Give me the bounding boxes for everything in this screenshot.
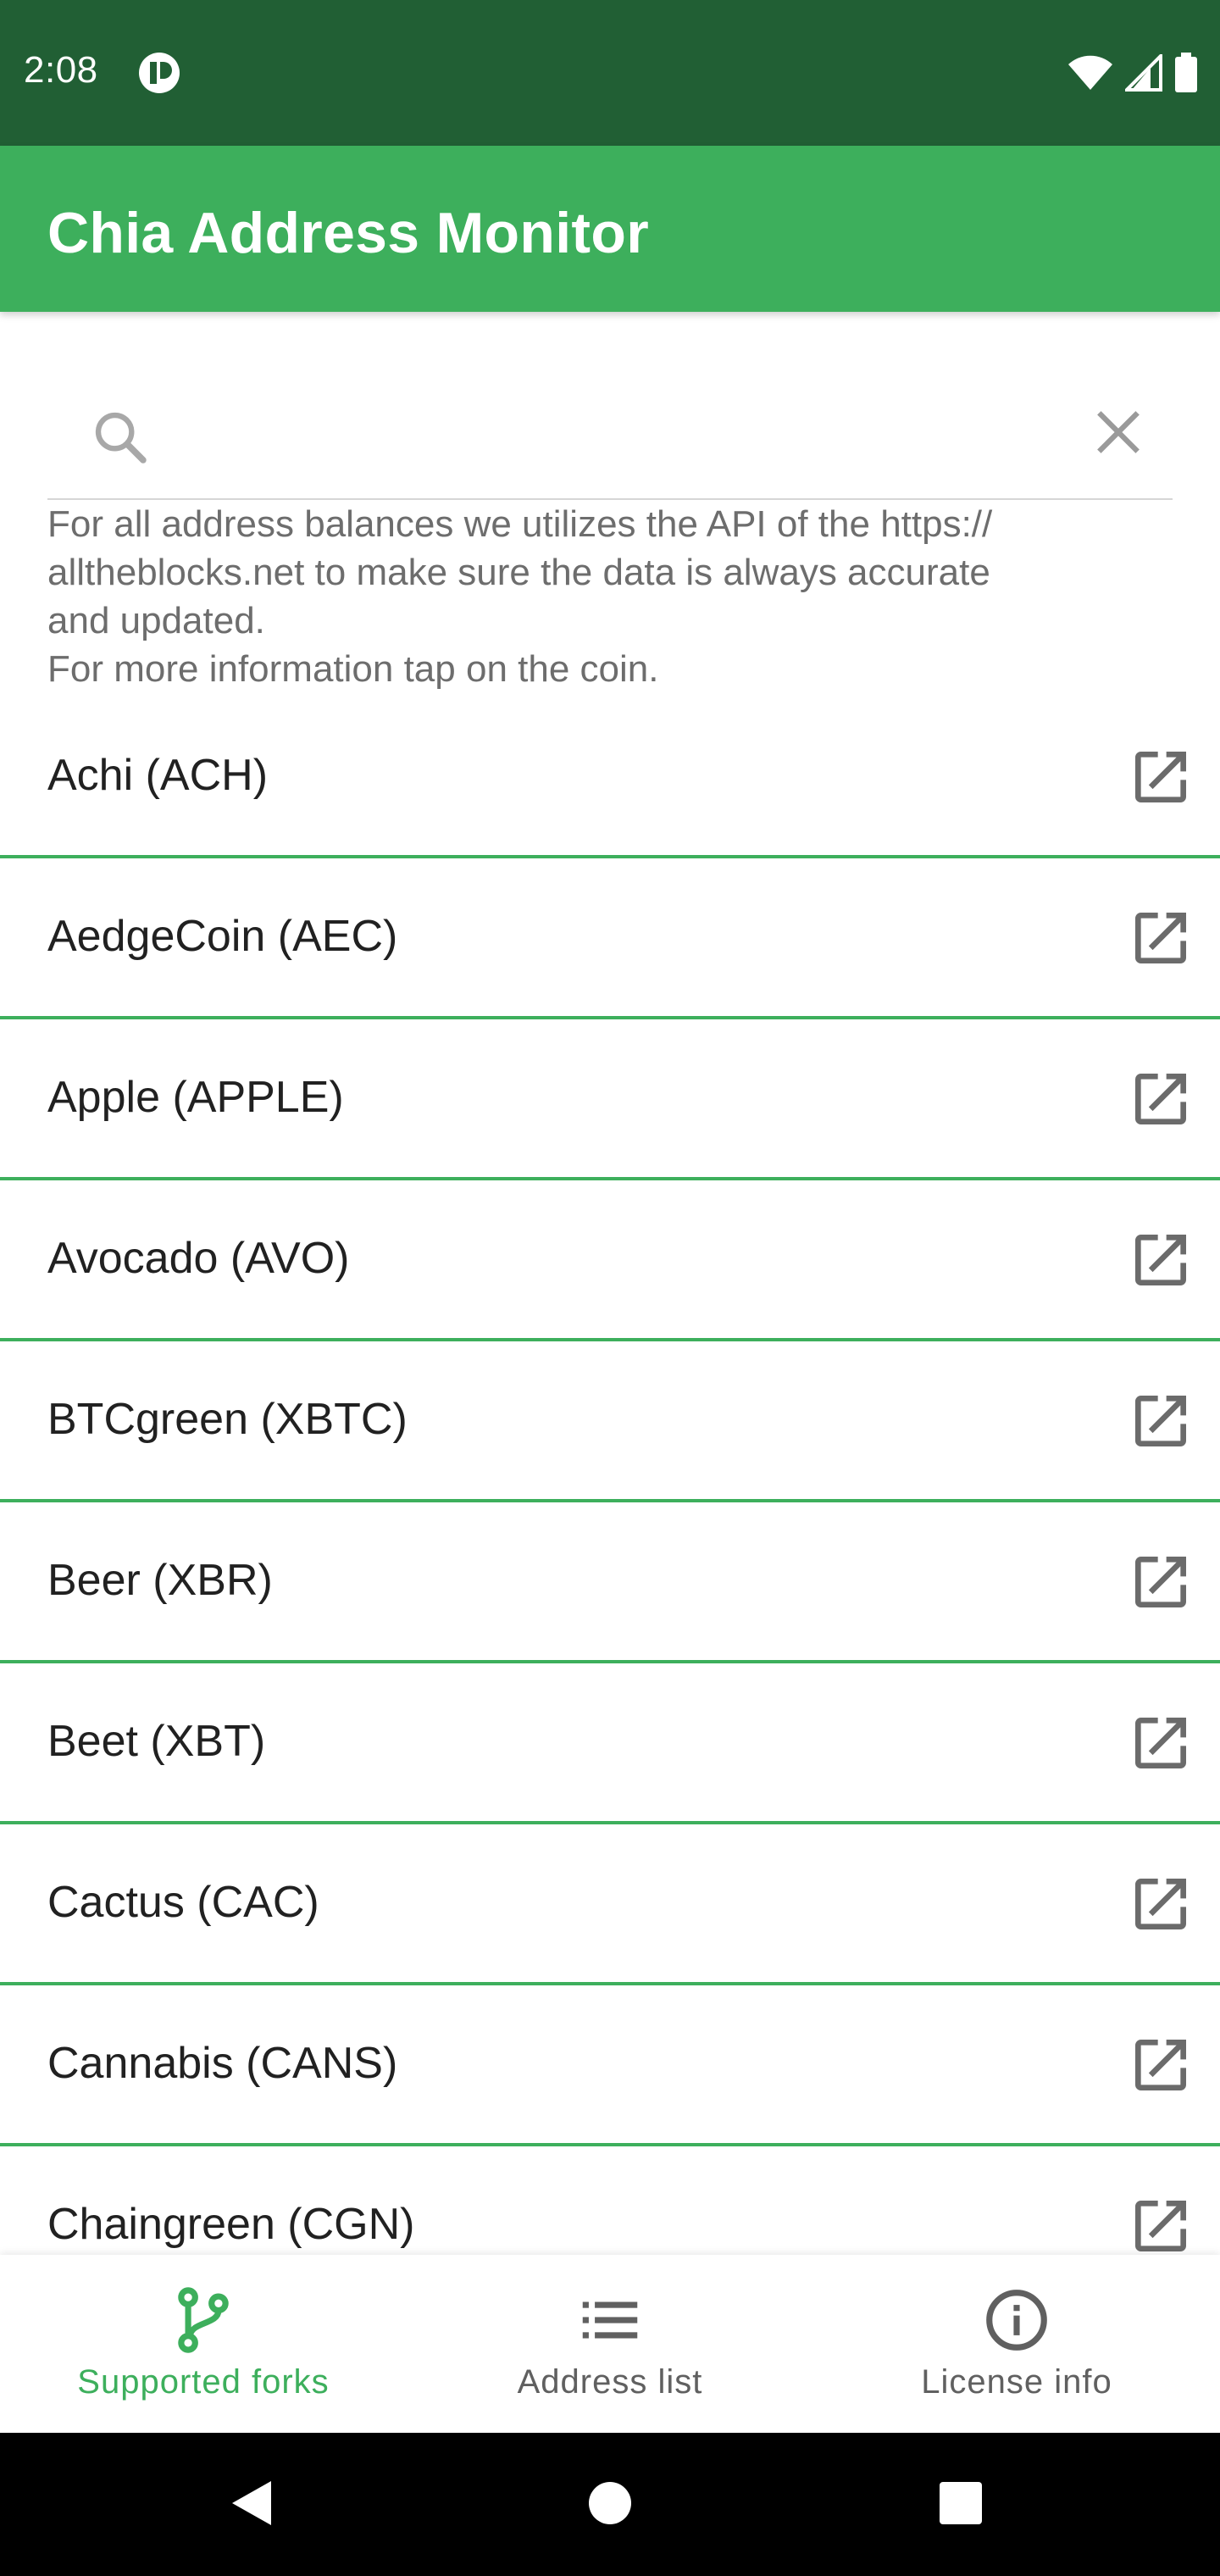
open-external-icon[interactable] [1127,1226,1195,1294]
coin-row[interactable]: Beer (XBR) [0,1502,1220,1663]
home-icon[interactable] [575,2468,645,2538]
system-navigation-bar [0,2433,1220,2576]
coin-name: Cannabis (CANS) [47,2039,398,2088]
nav-supported-forks[interactable]: Supported forks [0,2255,407,2433]
app-title: Chia Address Monitor [47,201,649,265]
info-line: and updated. [47,600,265,641]
status-time: 2:08 [24,49,98,91]
open-external-icon[interactable] [1127,1548,1195,1616]
info-text: For all address balances we utilizes the… [47,500,1174,693]
open-external-icon[interactable] [1127,743,1195,811]
coin-row[interactable]: Chaingreen (CGN) [0,2146,1220,2255]
info-line: alltheblocks.net to make sure the data i… [47,552,990,593]
close-icon[interactable] [1090,403,1147,461]
coin-row[interactable]: Apple (APPLE) [0,1019,1220,1180]
coin-row[interactable]: Cactus (CAC) [0,1824,1220,1985]
nav-label: Address list [517,2363,703,2401]
coin-name: Beet (XBT) [47,1717,266,1766]
coin-list: Achi (ACH) AedgeCoin (AEC) Apple (APPLE) Av… [0,697,1220,2255]
nav-label: Supported forks [77,2363,330,2401]
coin-row[interactable]: Beet (XBT) [0,1663,1220,1824]
coin-name: Achi (ACH) [47,751,269,800]
status-icons [1068,49,1198,97]
nav-address-list[interactable]: Address list [407,2255,813,2433]
coin-row[interactable]: Avocado (AVO) [0,1180,1220,1341]
coin-name: Avocado (AVO) [47,1234,350,1283]
coin-name: Cactus (CAC) [47,1878,319,1927]
coin-row[interactable]: BTCgreen (XBTC) [0,1341,1220,1502]
open-external-icon[interactable] [1127,904,1195,972]
coin-name: Apple (APPLE) [47,1073,344,1122]
open-external-icon[interactable] [1127,1709,1195,1777]
recents-icon[interactable] [926,2468,995,2538]
list-icon [582,2301,638,2339]
open-external-icon[interactable] [1127,1870,1195,1938]
status-bar: 2:08 [0,0,1220,146]
coin-row[interactable]: AedgeCoin (AEC) [0,858,1220,1019]
open-external-icon[interactable] [1127,2192,1195,2255]
coin-row[interactable]: Cannabis (CANS) [0,1985,1220,2146]
cell-signal-icon [1125,54,1162,92]
app-bar: Chia Address Monitor [0,146,1220,312]
search-bar [47,366,1173,500]
app-notification-icon [139,53,180,93]
coin-row[interactable]: Achi (ACH) [0,697,1220,858]
open-external-icon[interactable] [1127,1387,1195,1455]
coin-name: Beer (XBR) [47,1556,273,1605]
info-line: For all address balances we utilizes the… [47,503,993,545]
nav-license-info[interactable]: License info [813,2255,1220,2433]
battery-icon [1175,53,1197,92]
bottom-navigation: Supported forks Address list License inf… [0,2255,1220,2433]
info-icon [986,2290,1047,2351]
coin-name: Chaingreen (CGN) [47,2200,415,2249]
open-external-icon[interactable] [1127,1065,1195,1133]
back-icon[interactable] [219,2468,288,2538]
open-external-icon[interactable] [1127,2031,1195,2099]
search-input[interactable] [175,400,1025,469]
wifi-icon [1068,55,1112,90]
nav-label: License info [921,2363,1112,2401]
coin-name: BTCgreen (XBTC) [47,1395,408,1444]
coin-name: AedgeCoin (AEC) [47,912,398,961]
fork-branch-icon [178,2287,229,2353]
search-icon [95,412,147,464]
info-line: For more information tap on the coin. [47,648,659,690]
